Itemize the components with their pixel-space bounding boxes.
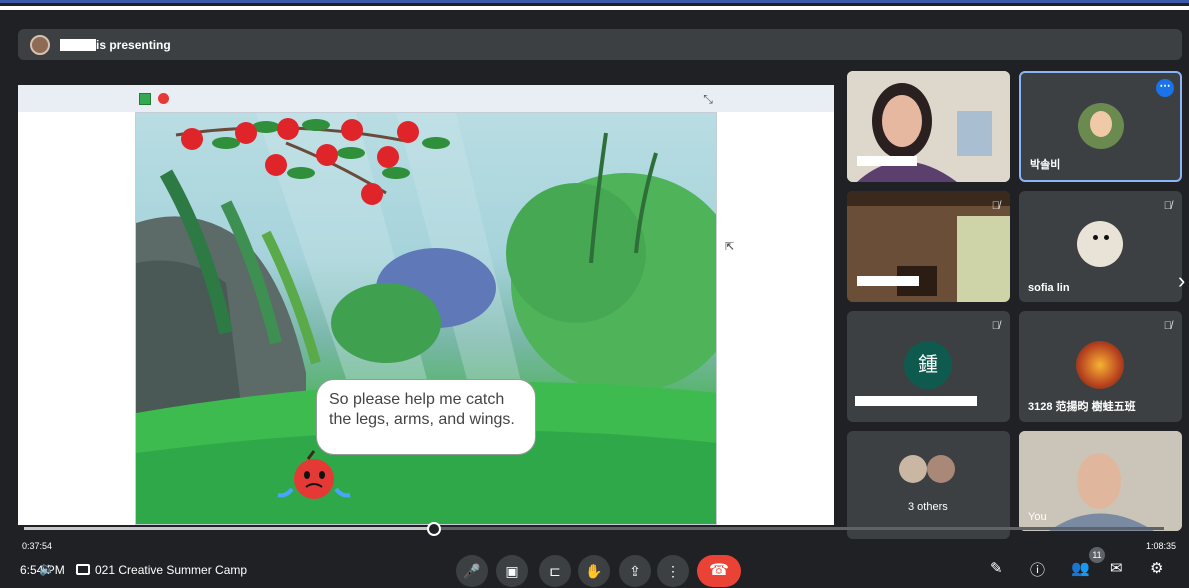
chevron-right-icon[interactable]: › — [1178, 268, 1185, 294]
redacted-name — [855, 396, 977, 406]
playback-progress[interactable] — [24, 527, 1164, 530]
camera-icon[interactable]: ▣ — [496, 555, 528, 587]
current-time: 0:37:54 — [22, 541, 53, 551]
pen-icon[interactable]: ✎ — [990, 559, 1003, 577]
participant-name: You — [1028, 511, 1047, 523]
participant-tile-5[interactable]: 🎙̸ 鍾 — [847, 311, 1010, 422]
mic-off-icon: 🎙̸ — [991, 200, 1000, 212]
scratch-stage: So please help me catch the legs, arms, … — [135, 112, 717, 525]
mic-icon[interactable]: 🎤 — [456, 555, 488, 587]
chat-icon[interactable]: ✉ — [1110, 559, 1123, 577]
people-count-badge: 11 — [1089, 547, 1105, 563]
fullscreen-icon[interactable]: ⤡ — [700, 91, 716, 107]
captions-icon[interactable]: ⊏ — [539, 555, 571, 587]
mouse-cursor-icon: ⇱ — [725, 241, 735, 253]
more-options-icon[interactable]: ⋯ — [1156, 79, 1174, 97]
mic-off-icon: 🎙̸ — [1163, 320, 1172, 332]
avatar — [1076, 341, 1124, 389]
avatar — [899, 455, 927, 483]
progress-knob[interactable] — [427, 522, 442, 536]
bubble-line-2: the legs, arms, and wings. — [329, 411, 515, 428]
people-icon[interactable]: 👥 — [1071, 559, 1090, 577]
progress-fill — [24, 527, 435, 530]
participant-name: sofia lin — [1028, 282, 1070, 294]
participant-tile-you[interactable]: You — [1019, 431, 1182, 531]
forest-scene — [136, 113, 716, 524]
participant-name: 3128 范揚昀 樹蛙五班 — [1028, 401, 1136, 413]
green-flag-icon[interactable] — [139, 93, 151, 105]
mic-off-icon: 🎙̸ — [991, 320, 1000, 332]
presenting-label: is presenting — [96, 37, 171, 52]
avatar — [1077, 221, 1123, 267]
avatar-face — [1090, 111, 1112, 137]
meeting-title: 021 Creative Summer Camp — [95, 563, 248, 577]
avatar — [927, 455, 955, 483]
participant-tile-6[interactable]: 🎙̸ 3128 范揚昀 樹蛙五班 — [1019, 311, 1182, 422]
redacted-name — [857, 156, 917, 166]
more-options-icon[interactable]: ⋮ — [657, 555, 689, 587]
redacted-name — [60, 38, 96, 51]
presenter-avatar — [30, 34, 50, 55]
avatar-eye — [1093, 235, 1098, 240]
avatar-eye — [1104, 235, 1109, 240]
speech-bubble: So please help me catch the legs, arms, … — [316, 379, 536, 455]
meet-window: is presenting ⤡ So please help me catch … — [0, 0, 1189, 588]
stop-icon[interactable] — [158, 93, 169, 104]
duration: 1:08:35 — [1145, 541, 1176, 551]
raise-hand-icon[interactable]: ✋ — [578, 555, 610, 587]
participant-tile-others[interactable]: 3 others — [847, 431, 1010, 539]
mic-off-icon: 🎙̸ — [1163, 200, 1172, 212]
avatar-initial: 鍾 — [904, 341, 952, 389]
redacted-name — [857, 276, 919, 286]
info-icon[interactable]: ⓘ — [1030, 559, 1045, 580]
participant-name: 박솔비 — [1030, 159, 1061, 171]
shared-screen: ⤡ So please help me catch the legs, arms… — [18, 85, 834, 525]
participant-tile-1[interactable] — [847, 71, 1010, 182]
participant-tile-3[interactable]: 🎙̸ — [847, 191, 1010, 302]
end-call-icon[interactable]: ☎ — [697, 555, 741, 587]
volume-icon[interactable]: 🔉 — [39, 561, 55, 577]
bubble-line-1: So please help me catch — [329, 391, 505, 408]
participant-tile-2[interactable]: ⋯ 박솔비 — [1019, 71, 1182, 182]
presenting-banner: is presenting — [18, 29, 1182, 60]
top-border — [0, 6, 1189, 10]
participant-tile-4[interactable]: 🎙̸ sofia lin — [1019, 191, 1182, 302]
present-icon[interactable]: ⇪ — [619, 555, 651, 587]
activities-icon[interactable]: ⚙ — [1150, 559, 1163, 577]
meeting-title-icon — [76, 564, 90, 575]
others-label: 3 others — [908, 501, 948, 513]
